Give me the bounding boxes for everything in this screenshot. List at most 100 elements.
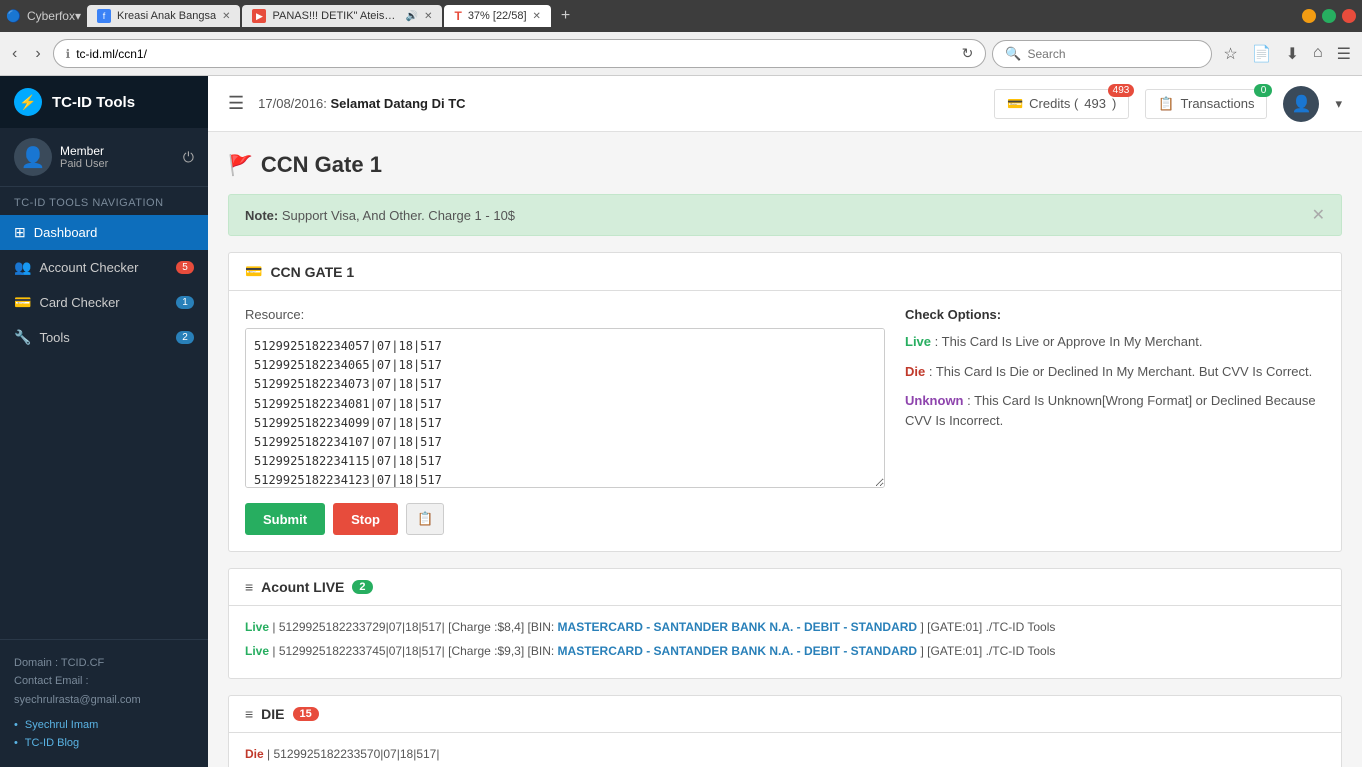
live-results-section: ≡ Acount LIVE 2 Live | 5129925182233729|…	[228, 568, 1342, 679]
resource-textarea[interactable]: 5129925182234057|07|18|517 5129925182234…	[245, 328, 885, 488]
user-avatar-button[interactable]: 👤	[1283, 86, 1319, 122]
die-label: Die	[905, 364, 925, 379]
ccn-gate-title: CCN GATE 1	[270, 264, 354, 280]
topbar: ☰ 17/08/2016: Selamat Datang Di TC 💳 Cre…	[208, 76, 1362, 132]
sidebar: ⚡ TC-ID Tools 👤 Member Paid User ⏻ TC-ID…	[0, 76, 208, 767]
reader-icon[interactable]: 📄	[1247, 40, 1277, 68]
tab-icon-active: T	[454, 9, 461, 23]
page-title-text: CCN Gate 1	[261, 152, 382, 178]
ccn-gate-body: Resource: 5129925182234057|07|18|517 512…	[229, 291, 1341, 551]
reload-icon[interactable]: ↻	[962, 45, 974, 62]
submit-button[interactable]: Submit	[245, 503, 325, 535]
account-checker-icon: 👥	[14, 259, 31, 276]
sidebar-item-tools[interactable]: 🔧 Tools 2	[0, 320, 208, 355]
browser-chrome: 🔵 Cyberfox▾ f Kreasi Anak Bangsa ✕ ▶ PAN…	[0, 0, 1362, 32]
alert-close-button[interactable]: ✕	[1312, 205, 1325, 225]
new-tab-button[interactable]: +	[553, 5, 578, 27]
tab-panas[interactable]: ▶ PANAS!!! DETIK" Ateis Biki... 🔊 ✕	[242, 5, 442, 27]
search-input[interactable]	[1028, 47, 1200, 61]
live-status-1: Live	[245, 620, 269, 634]
link-syechrul[interactable]: Syechrul Imam	[25, 719, 98, 731]
audio-icon[interactable]: 🔊	[406, 11, 418, 22]
bullet1: •	[14, 719, 18, 731]
sidebar-nav-label: TC-ID Tools Navigation	[0, 187, 208, 215]
action-buttons: Submit Stop 📋	[245, 503, 885, 535]
die-results-section: ≡ DIE 15 Die | 5129925182233570|07|18|51…	[228, 695, 1342, 767]
hamburger-icon[interactable]: ☰	[228, 93, 244, 114]
die-results-header: ≡ DIE 15	[229, 696, 1341, 733]
account-checker-badge: 5	[176, 261, 194, 274]
sidebar-item-card-checker[interactable]: 💳 Card Checker 1	[0, 285, 208, 320]
die-card-1: 5129925182233570|07|18|517|	[273, 747, 439, 761]
sidebar-label-tools: Tools	[39, 330, 176, 345]
transactions-label: Transactions	[1181, 96, 1255, 111]
live-bin-2: MASTERCARD - SANTANDER BANK N.A. - DEBIT…	[558, 644, 918, 658]
transactions-badge: 0	[1254, 84, 1272, 97]
live-status-2: Live	[245, 644, 269, 658]
tab-icon-kreasi: f	[97, 9, 111, 23]
alert-note: Note: Support Visa, And Other. Charge 1 …	[228, 194, 1342, 236]
toolbar-icons: ☆ 📄 ⬇ ⌂ ☰	[1218, 40, 1356, 68]
sidebar-logo: ⚡	[14, 88, 42, 116]
live-charge-1: [Charge :$8,4]	[448, 620, 524, 634]
tab-close-active[interactable]: ✕	[533, 11, 541, 22]
tab-bar: f Kreasi Anak Bangsa ✕ ▶ PANAS!!! DETIK"…	[87, 5, 1296, 27]
security-icon: ℹ	[66, 47, 71, 61]
sidebar-item-dashboard[interactable]: ⊞ Dashboard	[0, 215, 208, 250]
die-results-body: Die | 5129925182233570|07|18|517|	[229, 733, 1341, 767]
close-button[interactable]	[1342, 9, 1356, 23]
transactions-button[interactable]: 📋 Transactions 0	[1145, 89, 1267, 119]
tab-title-kreasi: Kreasi Anak Bangsa	[117, 10, 216, 22]
sidebar-item-account-checker[interactable]: 👥 Account Checker 5	[0, 250, 208, 285]
credits-label: Credits (	[1029, 96, 1078, 111]
url-input[interactable]	[76, 47, 955, 61]
card-checker-icon: 💳	[14, 294, 31, 311]
die-desc: : This Card Is Die or Declined In My Mer…	[929, 364, 1312, 379]
transactions-icon: 📋	[1158, 96, 1174, 112]
power-icon[interactable]: ⏻	[183, 149, 194, 166]
domain-info: Domain : TCID.CF	[14, 654, 194, 673]
topbar-left: ☰ 17/08/2016: Selamat Datang Di TC	[228, 93, 466, 114]
live-card-2: 5129925182233745|07|18|517|	[279, 644, 445, 658]
live-card-1: 5129925182233729|07|18|517|	[279, 620, 445, 634]
export-button[interactable]: 📋	[406, 503, 444, 535]
link-blog[interactable]: TC-ID Blog	[25, 737, 79, 749]
maximize-button[interactable]	[1322, 9, 1336, 23]
bookmark-star-icon[interactable]: ☆	[1218, 40, 1242, 68]
die-status-1: Die	[245, 747, 264, 761]
download-icon[interactable]: ⬇	[1281, 40, 1304, 68]
menu-icon[interactable]: ☰	[1332, 40, 1356, 68]
tab-kreasi[interactable]: f Kreasi Anak Bangsa ✕	[87, 5, 240, 27]
card-checker-badge: 1	[176, 296, 194, 309]
browser-toolbar: ‹ › ℹ ↻ 🔍 ☆ 📄 ⬇ ⌂ ☰	[0, 32, 1362, 76]
tab-close-kreasi[interactable]: ✕	[222, 11, 230, 22]
back-button[interactable]: ‹	[6, 41, 23, 67]
list-icon-live: ≡	[245, 579, 253, 595]
forward-button[interactable]: ›	[29, 41, 46, 67]
ccn-gate-layout: Resource: 5129925182234057|07|18|517 512…	[245, 307, 1325, 535]
unknown-label: Unknown	[905, 393, 964, 408]
sidebar-user: 👤 Member Paid User ⏻	[0, 128, 208, 187]
browser-name: 🔵	[6, 9, 21, 23]
page-title: 🚩 CCN Gate 1	[228, 152, 1342, 178]
home-icon[interactable]: ⌂	[1308, 40, 1328, 68]
live-bin-prefix-2: [BIN:	[528, 644, 555, 658]
list-icon-die: ≡	[245, 706, 253, 722]
check-option-die: Die : This Card Is Die or Declined In My…	[905, 362, 1325, 382]
ccn-gate-header: 💳 CCN GATE 1	[229, 253, 1341, 291]
minimize-button[interactable]	[1302, 9, 1316, 23]
user-dropdown-icon[interactable]: ▾	[1335, 96, 1342, 112]
topbar-date: 17/08/2016: Selamat Datang Di TC	[258, 96, 465, 111]
ccn-gate-card: 💳 CCN GATE 1 Resource: 5129925182234057|…	[228, 252, 1342, 552]
tab-active[interactable]: T 37% [22/58] ✕	[444, 5, 550, 27]
check-option-live: Live : This Card Is Live or Approve In M…	[905, 332, 1325, 352]
sidebar-info: Domain : TCID.CF Contact Email : syechru…	[0, 639, 208, 767]
search-bar-container[interactable]: 🔍	[992, 40, 1212, 68]
topbar-right: 💳 Credits (493) 493 📋 Transactions 0 👤 ▾	[994, 86, 1342, 122]
credits-button[interactable]: 💳 Credits (493) 493	[994, 89, 1129, 119]
url-bar[interactable]: ℹ ↻	[53, 39, 987, 68]
tab-close-panas[interactable]: ✕	[424, 11, 432, 22]
stop-button[interactable]: Stop	[333, 503, 398, 535]
window-controls	[1302, 9, 1356, 23]
check-option-unknown: Unknown : This Card Is Unknown[Wrong For…	[905, 391, 1325, 430]
